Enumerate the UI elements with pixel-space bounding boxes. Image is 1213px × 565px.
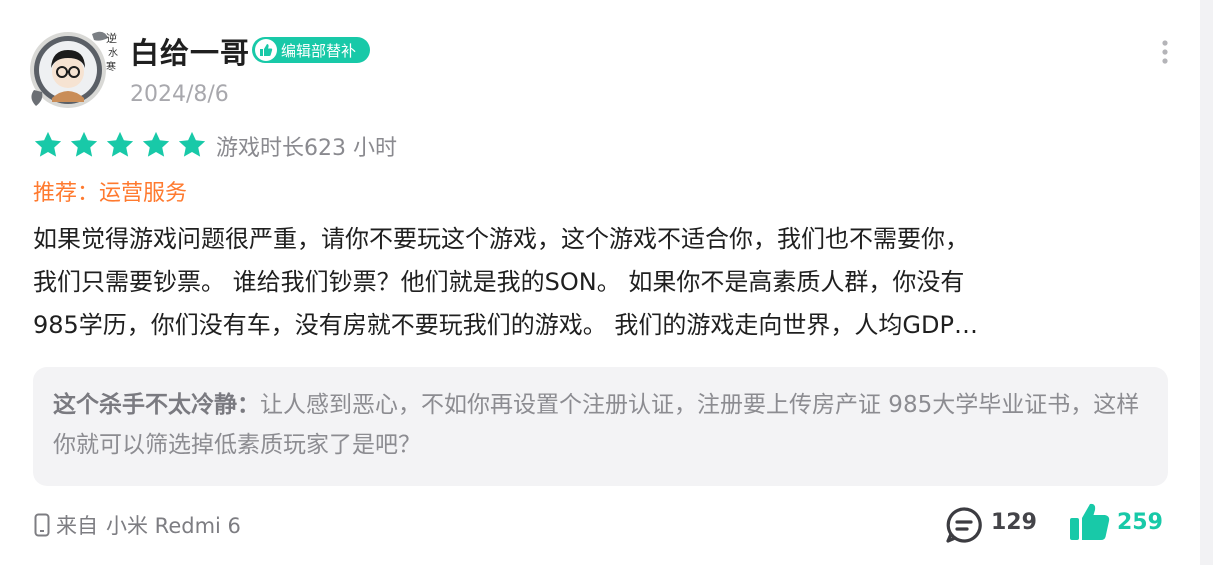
device-prefix: 来自 [56, 514, 98, 538]
recommend-tag: 推荐：运营服务 [33, 181, 188, 206]
reply-preview[interactable]: 这个杀手不太冷静：让人感到恶心，不如你再设置个注册认证，注册要上传房产证 985… [33, 367, 1168, 486]
comment-count[interactable]: 129 [991, 510, 1037, 535]
star-icon [70, 131, 98, 157]
review-line: 985学历，你们没有车，没有房就不要玩我们的游戏。 我们的游戏走向世界，人均GD… [33, 311, 978, 339]
comment-icon[interactable] [944, 505, 984, 545]
svg-text:寒: 寒 [106, 60, 116, 73]
phone-icon [34, 513, 50, 537]
star-icon [178, 131, 206, 157]
author-name[interactable]: 白给一哥 [130, 30, 250, 72]
playtime: 游戏时长623 小时 [216, 136, 397, 161]
review-line: 如果觉得游戏问题很严重，请你不要玩这个游戏，这个游戏不适合你，我们也不需要你， [33, 225, 969, 253]
device-model: 小米 Redmi 6 [106, 514, 241, 538]
reply-author[interactable]: 这个杀手不太冷静： [53, 392, 260, 418]
scrollbar-track[interactable] [1200, 0, 1213, 565]
svg-text:逆: 逆 [106, 31, 117, 45]
post-date: 2024/8/6 [130, 82, 229, 107]
reply-content: 这个杀手不太冷静：让人感到恶心，不如你再设置个注册认证，注册要上传房产证 985… [53, 385, 1148, 465]
badge-label: 编辑部替补 [281, 41, 357, 60]
star-icon [106, 131, 134, 157]
star-icon [34, 131, 62, 157]
star-icon [142, 131, 170, 157]
device-info: 来自 小米 Redmi 6 [34, 510, 241, 540]
review-line: 我们只需要钞票。 谁给我们钞票？他们就是我的SON。 如果你不是高素质人群，你没… [33, 268, 965, 296]
avatar-portrait-icon: 逆 水 寒 [30, 31, 118, 108]
review-body[interactable]: 如果觉得游戏问题很严重，请你不要玩这个游戏，这个游戏不适合你，我们也不需要你， … [33, 218, 1173, 347]
more-vertical-icon[interactable] [1157, 38, 1173, 68]
star-rating [33, 130, 213, 160]
editor-badge: 编辑部替补 [252, 37, 370, 63]
svg-text:水: 水 [108, 47, 118, 59]
review-card: 逆 水 寒 白给一哥 编辑部替补 2024/8/6 游戏时长623 小时 推荐：… [0, 0, 1213, 565]
badge-thumb-icon [255, 39, 277, 61]
like-count[interactable]: 259 [1117, 510, 1163, 535]
thumbs-up-icon[interactable] [1068, 500, 1112, 544]
avatar[interactable]: 逆 水 寒 [22, 20, 122, 112]
